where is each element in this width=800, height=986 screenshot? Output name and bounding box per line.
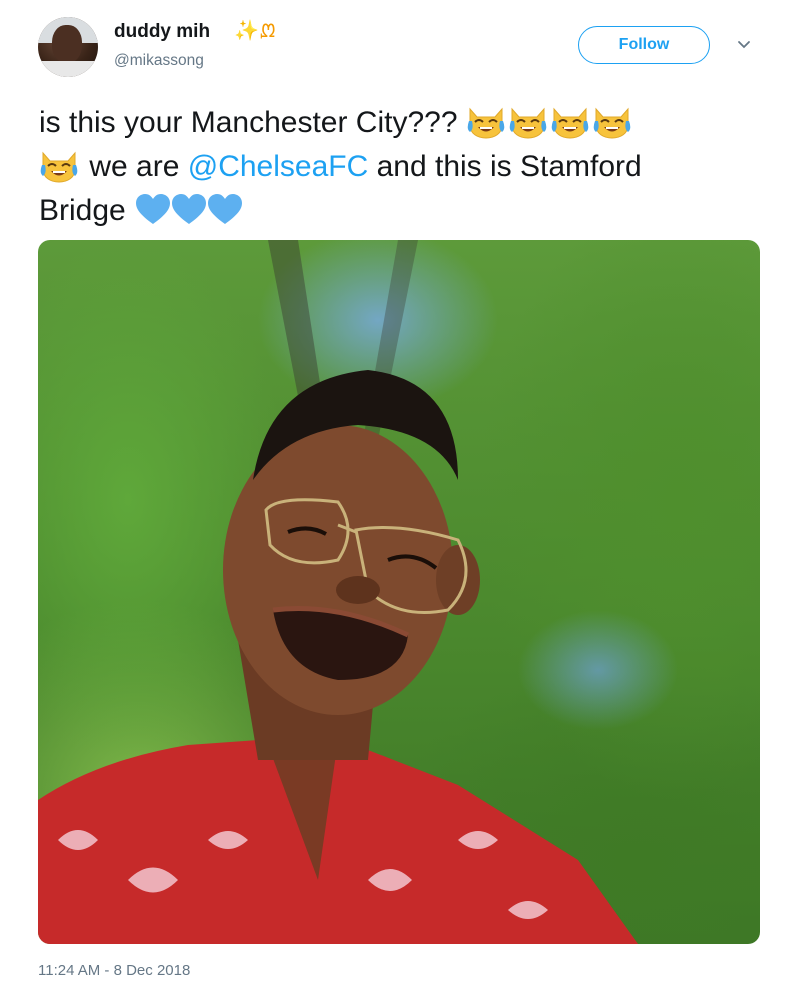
display-name[interactable]: duddy mih	[114, 21, 210, 43]
joy-cat-icon	[466, 103, 506, 139]
joy-cat-icon	[39, 147, 79, 183]
tweet-text-part4: Bridge	[39, 194, 126, 227]
joy-cat-icon	[550, 103, 590, 139]
blue-heart-icon	[206, 192, 244, 226]
sparkles-icon: ✨	[234, 20, 259, 42]
joy-cat-icon	[592, 103, 632, 139]
tweet-text-part2: we are	[89, 150, 180, 183]
blue-heart-icon	[170, 192, 208, 226]
user-handle[interactable]: @mikassong	[114, 52, 204, 70]
photo-illustration	[38, 240, 638, 944]
name-decoration: ✨ᘻ	[234, 18, 275, 43]
tweet-timestamp[interactable]: 11:24 AM - 8 Dec 2018	[38, 962, 190, 979]
user-avatar[interactable]	[38, 17, 98, 77]
name-symbol: ᘻ	[259, 21, 276, 41]
follow-button[interactable]: Follow	[578, 26, 710, 64]
tweet-text-part3: and this is Stamford	[376, 150, 642, 183]
tweet-photo[interactable]	[38, 240, 760, 944]
tweet-text: is this your Manchester City??? we are @…	[39, 101, 759, 233]
mention-link[interactable]: @ChelseaFC	[188, 150, 369, 183]
blue-heart-icon	[134, 192, 172, 226]
tweet-text-part1: is this your Manchester City???	[39, 106, 458, 139]
chevron-down-icon[interactable]	[737, 38, 751, 52]
joy-cat-icon	[508, 103, 548, 139]
